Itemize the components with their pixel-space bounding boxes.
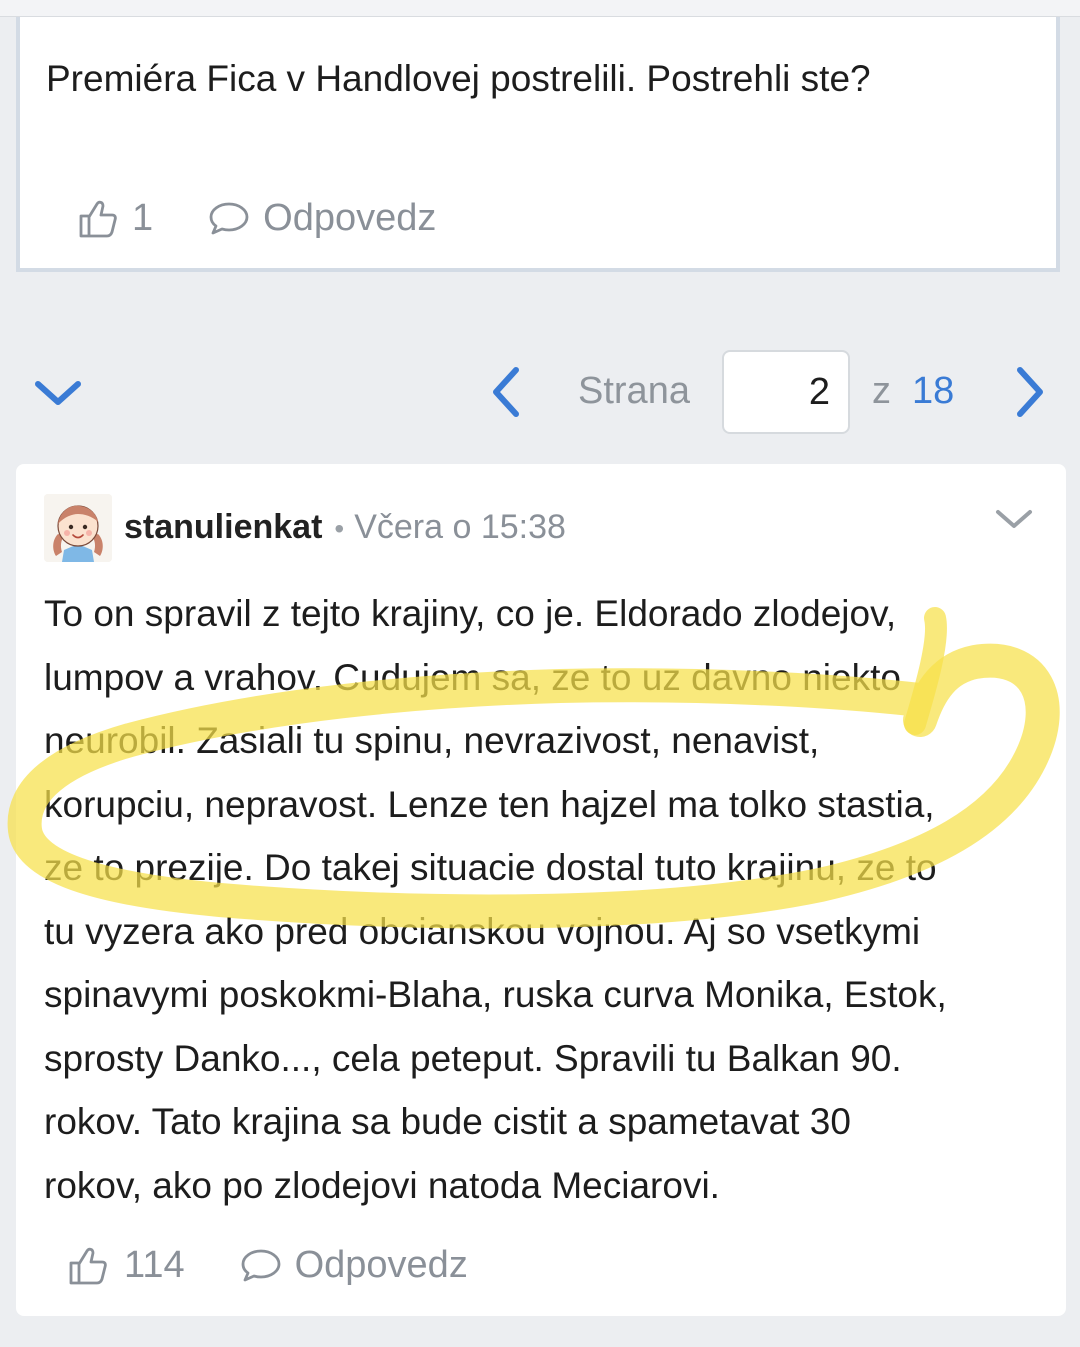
previous-page-button[interactable] [486, 364, 526, 420]
comment-line: lumpov a vrahov. Cudujem sa, ze to uz da… [44, 656, 901, 698]
comment-card: stanulienkat • Včera o 15:38 To on spravil… [16, 464, 1066, 1316]
page-label: Strana [578, 370, 690, 412]
comment-body: To on spravil z tejto krajiny, co je. El… [44, 582, 1034, 1217]
like-button[interactable]: 114 [68, 1244, 185, 1287]
reply-button[interactable]: Odpovedz [239, 1244, 468, 1287]
thumbs-up-icon [79, 200, 117, 237]
chevron-down-icon [35, 381, 81, 405]
meta-separator: • [334, 513, 345, 544]
next-page-button[interactable] [1010, 364, 1050, 420]
speech-bubble-icon [241, 1249, 280, 1281]
total-pages-link[interactable]: 18 [912, 370, 954, 413]
comment-actions: 114 Odpovedz [68, 1244, 468, 1287]
comment-line: To on spravil z tejto krajiny, co je. El… [44, 593, 897, 634]
avatar[interactable] [44, 494, 112, 562]
page-of-label: z [872, 370, 891, 412]
page-bottom [0, 1330, 1080, 1347]
comment-line: spinavymi poskokmi-Blaha, ruska curva Mo… [44, 974, 947, 1015]
comment-meta: stanulienkat • Včera o 15:38 [124, 508, 566, 547]
like-button[interactable]: 1 [78, 197, 153, 240]
thumbs-up-icon [69, 1247, 107, 1284]
reply-label: Odpovedz [294, 1244, 468, 1286]
comment-menu-button[interactable] [994, 504, 1034, 534]
chevron-down-icon [996, 510, 1032, 528]
username-link[interactable]: stanulienkat [124, 508, 322, 546]
previous-comment-actions: 1 Odpovedz [78, 197, 436, 240]
like-count: 114 [124, 1244, 185, 1286]
comment-timestamp: Včera o 15:38 [354, 508, 566, 546]
top-divider [0, 0, 1080, 17]
page-number-input[interactable] [722, 350, 850, 434]
comment-line: korupciu, nepravost. Lenze ten hajzel ma… [44, 783, 935, 825]
cartoon-girl-avatar-icon [44, 494, 112, 562]
previous-comment-card: Premiéra Fica v Handlovej postrelili. Po… [16, 17, 1060, 272]
previous-comment-text: Premiéra Fica v Handlovej postrelili. Po… [46, 58, 871, 99]
comment-line: sprosty Danko..., cela peteput. Spravili… [44, 1037, 902, 1079]
chevron-right-icon [1017, 367, 1043, 417]
pagination-bar: Strana z 18 [0, 348, 1080, 436]
collapse-button[interactable] [30, 368, 86, 416]
comment-line: rokov. Tato krajina sa bude cistit a spa… [44, 1101, 851, 1142]
like-count: 1 [132, 197, 154, 239]
comment-line: rokov, ako po zlodejovi natoda Meciarovi… [44, 1164, 720, 1206]
comment-line: ze to prezije. Do takej situacie dostal … [44, 847, 937, 888]
reply-label: Odpovedz [263, 197, 437, 239]
comment-line: tu vyzera ako pred obcianskou vojnou. Aj… [44, 910, 921, 952]
reply-button[interactable]: Odpovedz [207, 197, 436, 240]
speech-bubble-icon [209, 202, 249, 234]
chevron-left-icon [493, 367, 519, 417]
comment-line: neurobil. Zasiali tu spinu, nevrazivost,… [44, 720, 820, 761]
